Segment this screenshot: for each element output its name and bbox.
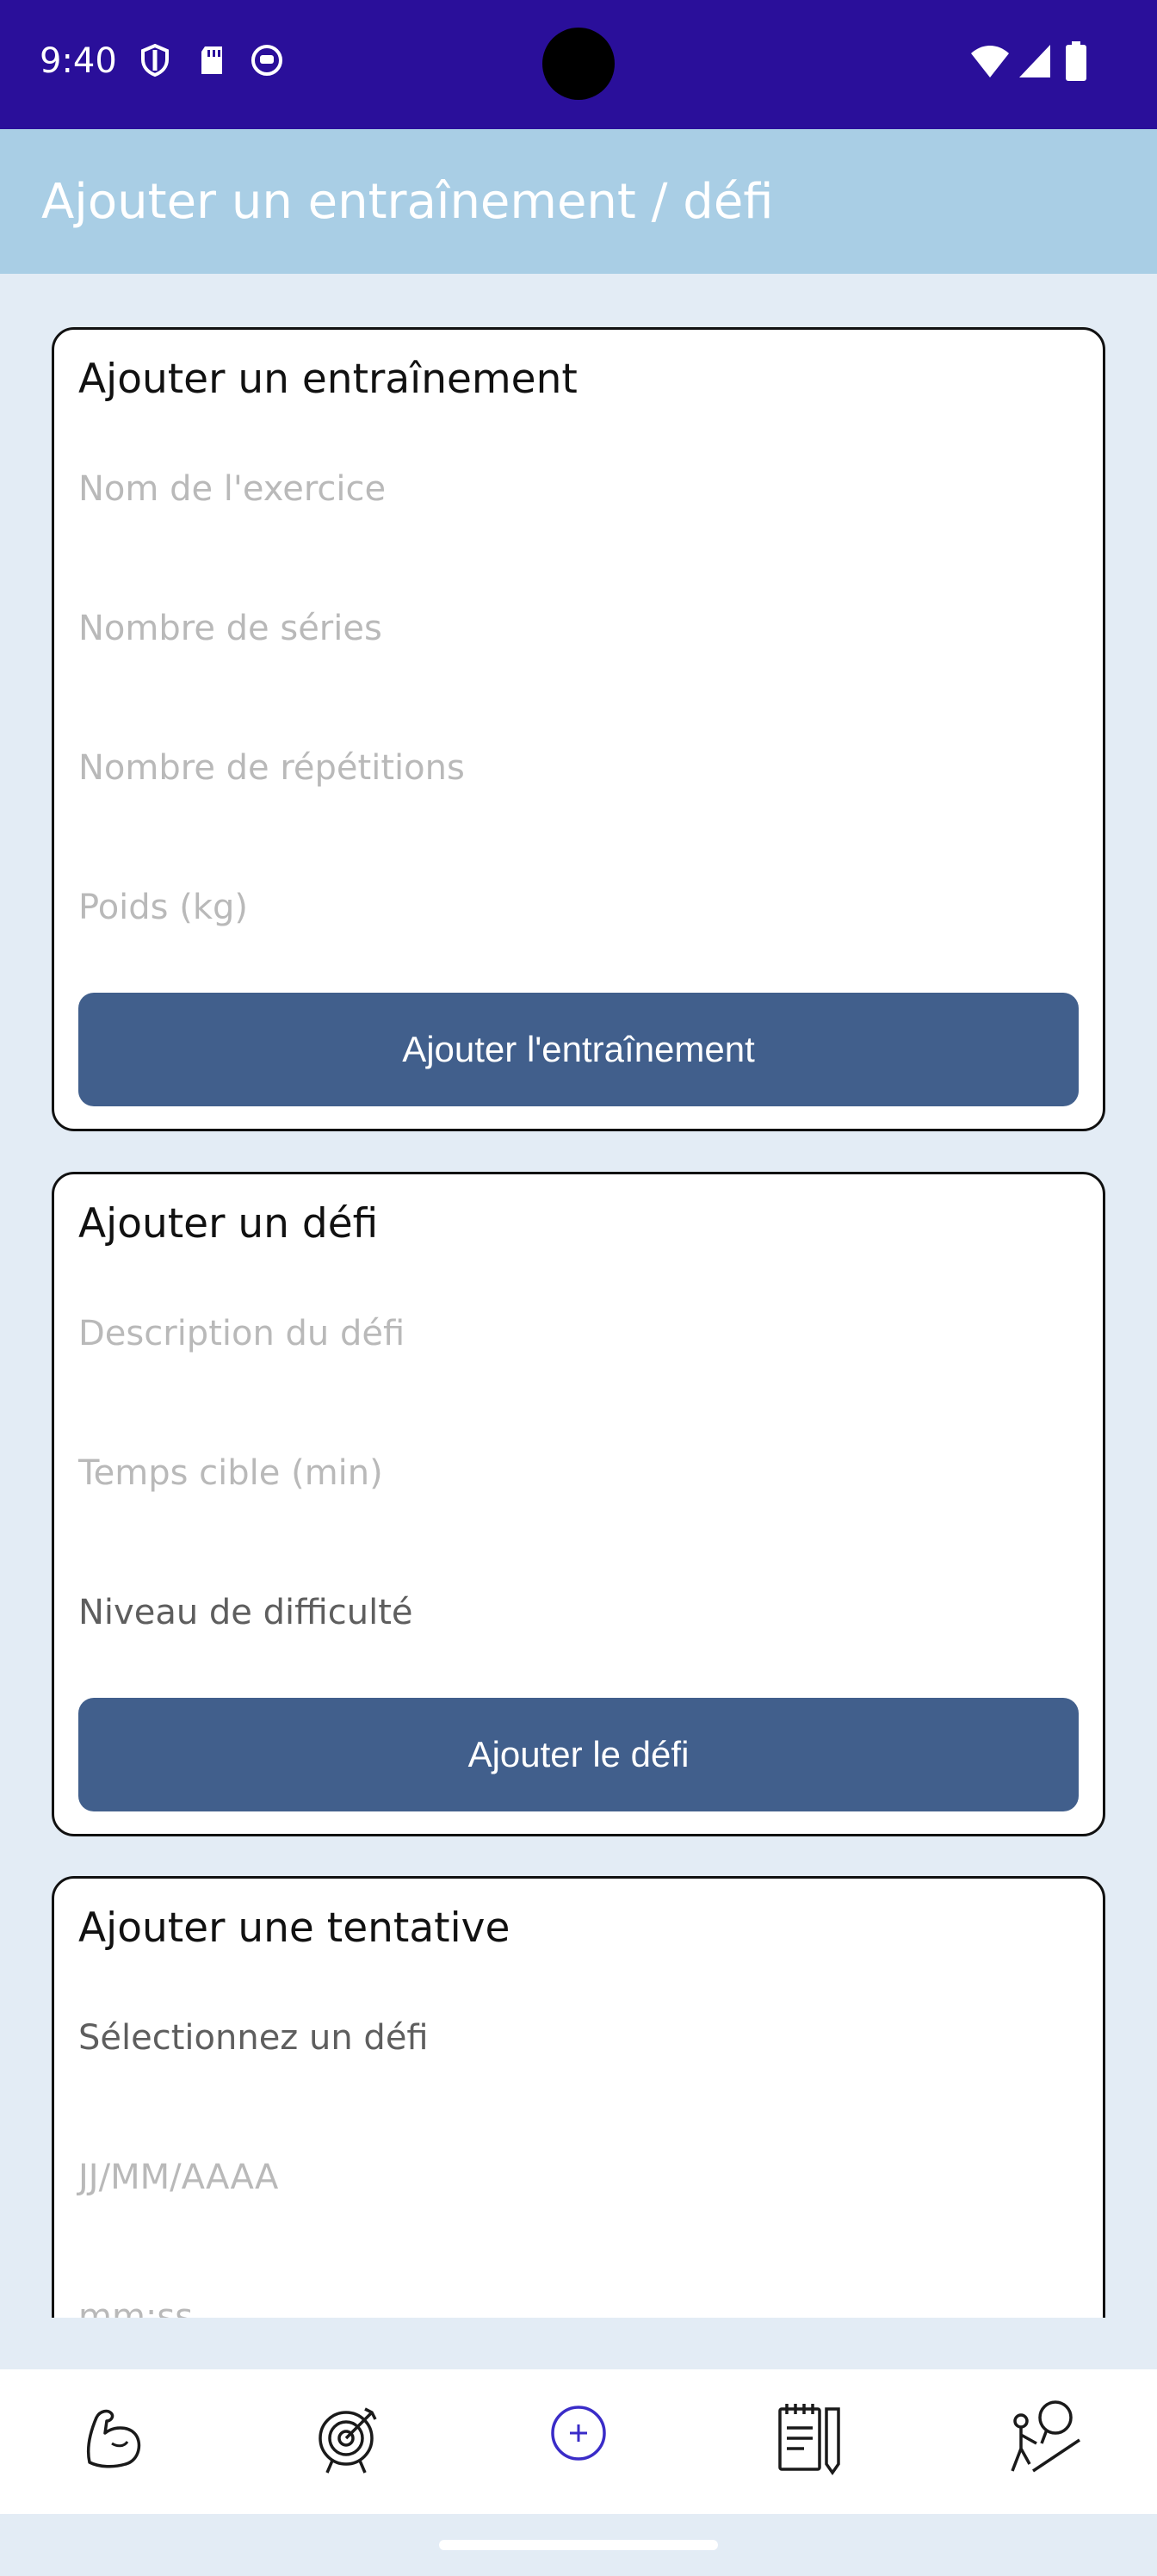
attempt-date-input[interactable]: JJ/MM/AAAA (78, 2158, 278, 2197)
attempt-card: Ajouter une tentative Sélectionnez un dé… (52, 1876, 1105, 2318)
challenge-description-input[interactable]: Description du défi (78, 1314, 405, 1353)
exercise-name-input[interactable]: Nom de l'exercice (78, 469, 386, 509)
wifi-icon (971, 46, 1009, 77)
workout-card: Ajouter un entraînement Nom de l'exercic… (52, 327, 1105, 1131)
challenge-select-picker[interactable]: Sélectionnez un défi (78, 2018, 429, 2058)
sd-card-icon (201, 46, 222, 74)
page-title: Ajouter un entraînement / défi (41, 174, 774, 230)
app-notification-icon (251, 45, 282, 76)
profile-goal-icon[interactable] (1002, 2395, 1085, 2478)
add-icon[interactable] (537, 2395, 620, 2478)
battery-icon (1066, 41, 1086, 81)
add-challenge-button[interactable]: Ajouter le défi (78, 1698, 1079, 1811)
form-content[interactable]: Ajouter un entraînement Nom de l'exercic… (0, 274, 1157, 2318)
target-time-input[interactable]: Temps cible (min) (78, 1453, 383, 1493)
weight-input[interactable]: Poids (kg) (78, 888, 248, 927)
camera-cutout (542, 28, 615, 100)
add-workout-button[interactable]: Ajouter l'entraînement (78, 993, 1079, 1106)
signal-icon (1019, 45, 1050, 77)
target-icon[interactable] (306, 2395, 389, 2478)
workout-card-title: Ajouter un entraînement (78, 356, 578, 403)
challenge-card: Ajouter un défi Description du défi Temp… (52, 1172, 1105, 1836)
journal-icon[interactable] (770, 2395, 852, 2478)
status-time: 9:40 (40, 41, 117, 81)
bottom-navigation (0, 2369, 1157, 2514)
workout-icon[interactable] (74, 2395, 157, 2478)
difficulty-picker[interactable]: Niveau de difficulté (78, 1593, 413, 1632)
app-screen: 9:40 Ajouter un entraînement / défi Ajou… (0, 0, 1157, 2576)
app-bar: Ajouter un entraînement / défi (0, 129, 1157, 274)
sets-input[interactable]: Nombre de séries (78, 609, 382, 648)
shield-icon (141, 43, 169, 77)
attempt-time-input[interactable]: mm:ss (78, 2297, 193, 2318)
status-bar: 9:40 (0, 0, 1157, 129)
attempt-card-title: Ajouter une tentative (78, 1904, 510, 1952)
gesture-bar[interactable] (439, 2540, 718, 2550)
reps-input[interactable]: Nombre de répétitions (78, 748, 465, 788)
challenge-card-title: Ajouter un défi (78, 1200, 379, 1248)
